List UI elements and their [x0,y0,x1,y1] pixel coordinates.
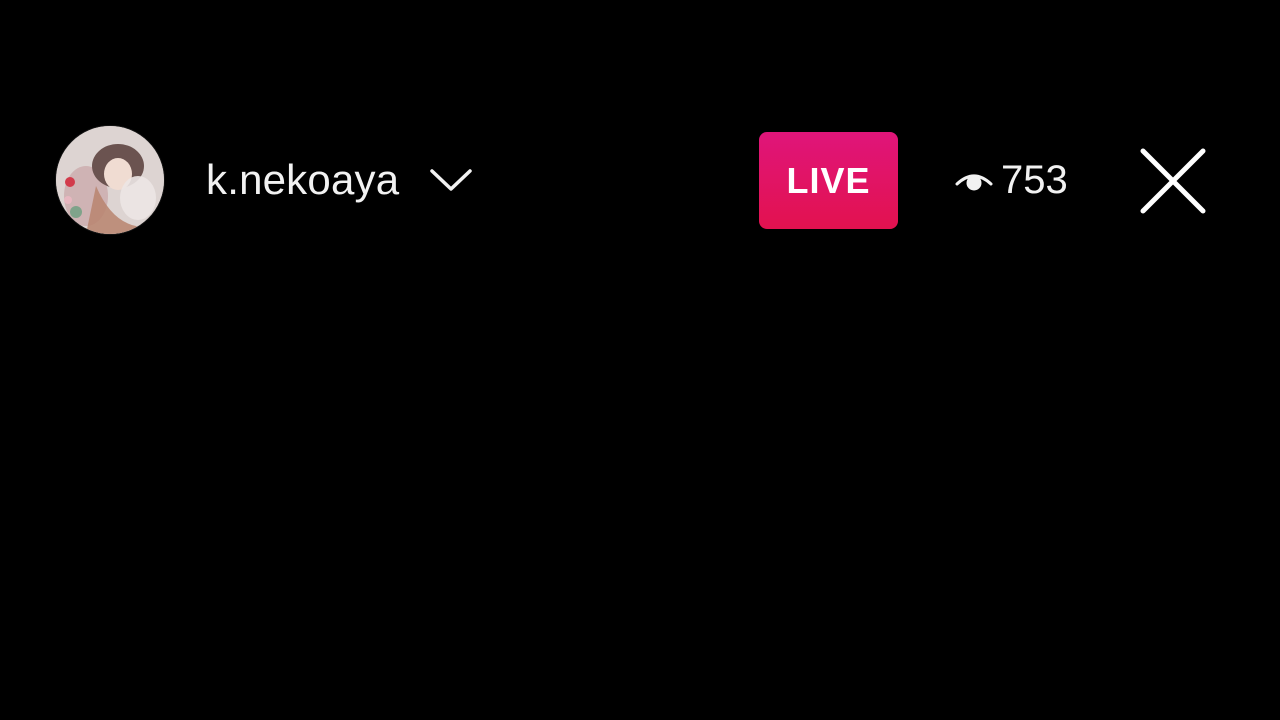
live-label: LIVE [786,159,871,201]
avatar[interactable] [56,126,164,234]
live-header-bar: k.nekoaya LIVE 753 [0,120,1280,240]
chevron-down-icon [429,168,473,192]
viewer-count: 753 [1001,158,1068,202]
live-stream-screen: k.nekoaya LIVE 753 [0,0,1280,720]
username: k.nekoaya [206,156,400,203]
close-button[interactable] [1136,144,1210,218]
close-icon [1136,144,1210,218]
live-badge: LIVE [759,132,898,229]
viewer-counter: 753 [955,150,1068,210]
eye-icon [955,166,993,194]
username-dropdown-button[interactable]: k.nekoaya [206,150,473,210]
